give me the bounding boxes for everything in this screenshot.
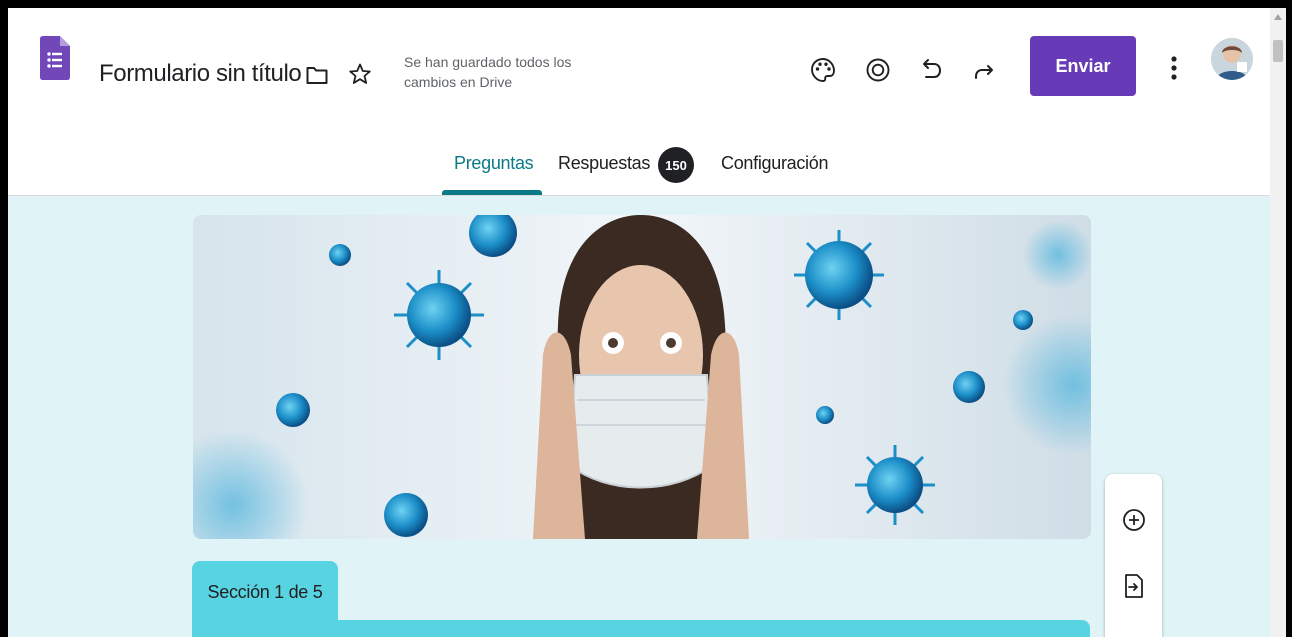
section-card	[192, 620, 1090, 637]
redo-icon[interactable]	[971, 56, 997, 84]
forms-editor: Formulario sin título Se han guardado to…	[8, 8, 1286, 637]
form-title[interactable]: Formulario sin título	[99, 60, 302, 88]
more-vert-icon[interactable]	[1162, 52, 1186, 84]
responses-count-badge: 150	[658, 147, 694, 183]
vertical-scrollbar[interactable]	[1270, 8, 1286, 637]
folder-icon[interactable]	[305, 63, 329, 87]
avatar[interactable]	[1211, 38, 1253, 80]
palette-icon[interactable]	[809, 56, 837, 84]
undo-icon[interactable]	[919, 56, 945, 84]
preview-eye-icon[interactable]	[864, 56, 892, 84]
star-icon[interactable]	[347, 61, 373, 87]
forms-logo-icon[interactable]	[40, 36, 70, 85]
tab-respuestas[interactable]: Respuestas	[558, 153, 650, 174]
tab-preguntas[interactable]: Preguntas	[454, 153, 534, 174]
tab-configuracion[interactable]: Configuración	[721, 153, 828, 174]
active-tab-indicator	[442, 190, 542, 195]
scroll-up-arrow-icon[interactable]	[1274, 14, 1282, 20]
send-button[interactable]: Enviar	[1030, 36, 1136, 96]
header: Formulario sin título Se han guardado to…	[8, 8, 1270, 196]
add-question-icon[interactable]	[1120, 506, 1148, 534]
scrollbar-thumb[interactable]	[1273, 40, 1283, 62]
section-label: Sección 1 de 5	[192, 561, 338, 623]
side-toolbar	[1105, 474, 1162, 637]
import-questions-icon[interactable]	[1120, 571, 1148, 601]
header-image	[193, 215, 1091, 539]
save-status: Se han guardado todos los cambios en Dri…	[404, 54, 572, 90]
